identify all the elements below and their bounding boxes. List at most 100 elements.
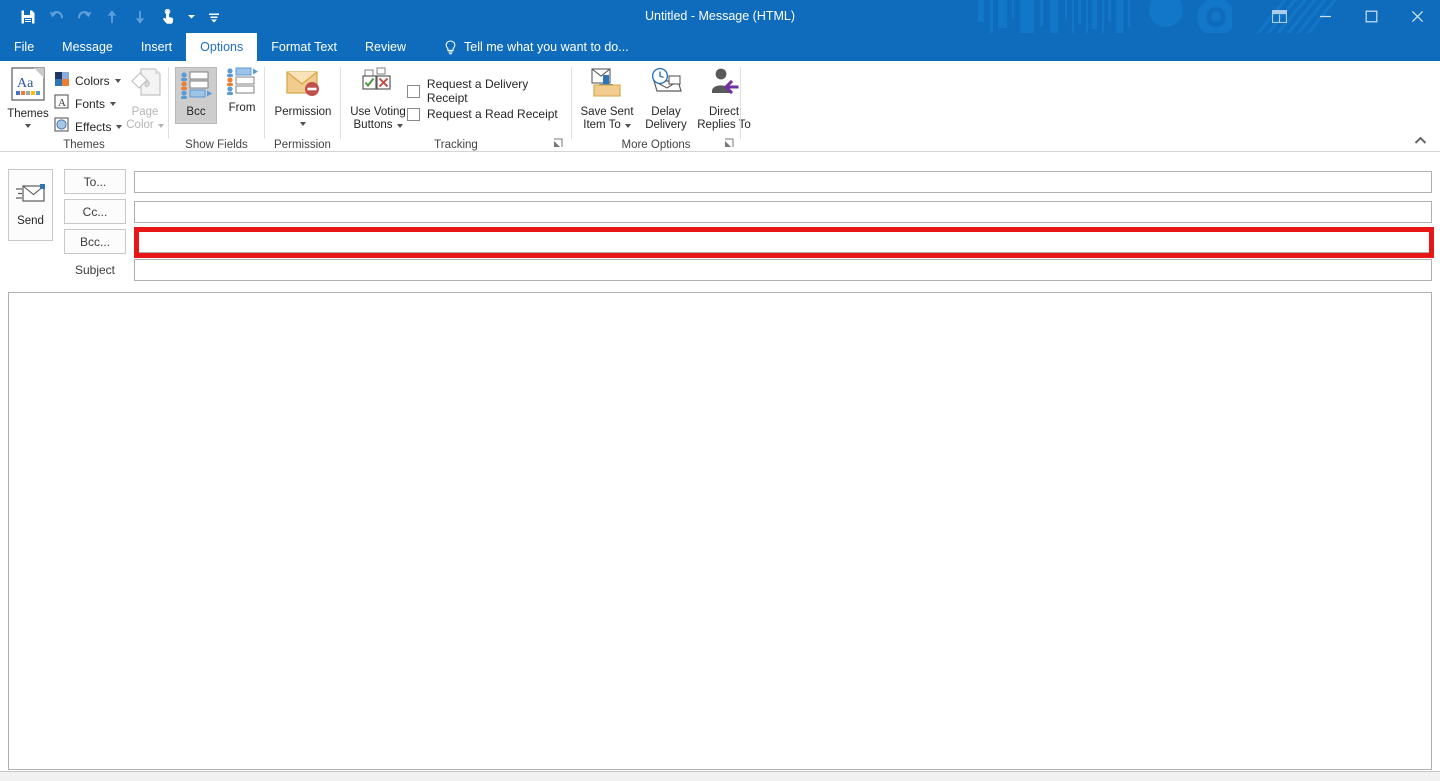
group-label-tracking: Tracking: [341, 139, 571, 151]
ribbon-group-show-fields: Bcc From Show Fields: [169, 61, 264, 152]
voting-buttons-icon: [360, 67, 396, 103]
svg-text:A: A: [58, 97, 66, 109]
message-body-editor[interactable]: [8, 292, 1432, 770]
ribbon-display-options-icon[interactable]: [1256, 0, 1302, 33]
from-field-icon: [225, 67, 259, 99]
touch-mouse-mode-icon[interactable]: [154, 3, 182, 31]
title-bar: Untitled - Message (HTML): [0, 0, 1440, 33]
tab-options[interactable]: Options: [186, 33, 257, 61]
tab-insert[interactable]: Insert: [127, 33, 186, 61]
svg-text:Aa: Aa: [17, 76, 34, 91]
ribbon-tabs: File Message Insert Options Format Text …: [0, 33, 1440, 61]
to-input[interactable]: [134, 171, 1432, 193]
permission-button[interactable]: Permission: [269, 67, 337, 126]
tab-format-text[interactable]: Format Text: [257, 33, 351, 61]
ribbon: Aa Themes: [0, 61, 1440, 152]
tab-message[interactable]: Message: [48, 33, 127, 61]
group-label-themes: Themes: [0, 139, 168, 151]
fonts-button[interactable]: A Fonts: [54, 94, 116, 113]
themes-chevron-down-icon[interactable]: [25, 124, 31, 128]
undo-icon[interactable]: [42, 3, 70, 31]
direct-replies-label-line2: Replies To: [697, 119, 751, 132]
request-read-receipt-label: Request a Read Receipt: [427, 107, 558, 121]
tell-me-label: Tell me what you want to do...: [464, 40, 629, 54]
request-delivery-receipt-label: Request a Delivery Receipt: [427, 77, 571, 105]
direct-replies-to-button[interactable]: Direct Replies To: [692, 67, 756, 132]
ribbon-separator-5: [740, 67, 741, 139]
quick-access-toolbar: [14, 0, 228, 33]
effects-icon: [54, 117, 70, 136]
show-from-button[interactable]: From: [221, 67, 263, 115]
save-sent-item-icon: [589, 67, 625, 103]
maximize-icon[interactable]: [1348, 0, 1394, 33]
minimize-icon[interactable]: [1302, 0, 1348, 33]
cc-input[interactable]: [134, 201, 1432, 223]
send-button[interactable]: Send: [8, 169, 53, 241]
save-icon[interactable]: [14, 3, 42, 31]
bcc-input[interactable]: [134, 231, 1432, 253]
group-label-more-options: More Options: [572, 139, 740, 151]
customize-qat-icon[interactable]: [200, 3, 228, 31]
status-bar-text-clipped: [80, 776, 430, 780]
next-item-icon[interactable]: [126, 3, 154, 31]
delay-delivery-label-line2: Delivery: [645, 119, 687, 132]
save-sent-item-chevron-down-icon[interactable]: [625, 124, 631, 128]
touch-mode-chevron-down-icon[interactable]: [182, 3, 200, 31]
show-bcc-button[interactable]: Bcc: [175, 67, 217, 124]
themes-button-label: Themes: [7, 108, 49, 121]
status-bar-zoom-clipped: [800, 776, 890, 780]
use-voting-chevron-down-icon[interactable]: [397, 124, 403, 128]
page-color-label-line2: Color: [126, 119, 153, 132]
show-from-label: From: [229, 102, 256, 115]
fonts-label: Fonts: [75, 97, 105, 111]
group-label-show-fields: Show Fields: [169, 139, 264, 151]
page-color-button[interactable]: Page Color: [122, 67, 168, 132]
delay-delivery-label-line1: Delay: [651, 106, 680, 119]
subject-input[interactable]: [134, 259, 1432, 281]
cc-button[interactable]: Cc...: [64, 199, 126, 224]
page-color-chevron-down-icon[interactable]: [158, 124, 164, 128]
colors-chevron-down-icon[interactable]: [115, 79, 121, 83]
fonts-chevron-down-icon[interactable]: [110, 102, 116, 106]
page-color-icon: [128, 67, 162, 103]
subject-label: Subject: [64, 257, 126, 282]
bcc-field-icon: [179, 71, 213, 103]
request-read-receipt-row[interactable]: Request a Read Receipt: [407, 107, 558, 121]
colors-label: Colors: [75, 74, 110, 88]
permission-chevron-down-icon[interactable]: [300, 122, 306, 126]
lightbulb-icon: [444, 40, 457, 55]
delay-delivery-button[interactable]: Delay Delivery: [642, 67, 690, 132]
ribbon-group-tracking: Use Voting Buttons Request a Delivery Re…: [341, 61, 571, 152]
request-delivery-receipt-row[interactable]: Request a Delivery Receipt: [407, 77, 571, 105]
effects-button[interactable]: Effects: [54, 117, 122, 136]
save-sent-item-label-line1: Save Sent: [580, 106, 633, 119]
ribbon-group-themes: Aa Themes: [0, 61, 168, 152]
permission-icon: [283, 67, 323, 103]
save-sent-item-to-button[interactable]: Save Sent Item To: [576, 67, 638, 132]
bcc-button[interactable]: Bcc...: [64, 229, 126, 254]
close-icon[interactable]: [1394, 0, 1440, 33]
tell-me-search[interactable]: Tell me what you want to do...: [438, 33, 639, 61]
outlook-compose-window: Untitled - Message (HTML): [0, 0, 1440, 781]
ribbon-group-more-options: Save Sent Item To Delay D: [572, 61, 740, 152]
request-delivery-receipt-checkbox[interactable]: [407, 85, 420, 98]
tab-file[interactable]: File: [0, 33, 48, 61]
show-bcc-label: Bcc: [186, 106, 205, 119]
tab-review[interactable]: Review: [351, 33, 420, 61]
effects-label: Effects: [75, 120, 111, 134]
colors-button[interactable]: Colors: [54, 71, 121, 90]
request-read-receipt-checkbox[interactable]: [407, 108, 420, 121]
direct-replies-icon: [706, 67, 742, 103]
ribbon-group-permission: Permission Permission: [265, 61, 340, 152]
redo-icon[interactable]: [70, 3, 98, 31]
save-sent-item-label-line2: Item To: [583, 119, 621, 132]
themes-button[interactable]: Aa Themes: [6, 67, 50, 128]
status-bar: [0, 771, 1440, 781]
direct-replies-label-line1: Direct: [709, 106, 739, 119]
use-voting-buttons-button[interactable]: Use Voting Buttons: [347, 67, 409, 132]
previous-item-icon[interactable]: [98, 3, 126, 31]
to-button[interactable]: To...: [64, 169, 126, 194]
collapse-ribbon-chevron-up-icon[interactable]: [1410, 132, 1430, 148]
group-label-permission: Permission: [265, 139, 340, 151]
permission-label: Permission: [275, 106, 332, 119]
